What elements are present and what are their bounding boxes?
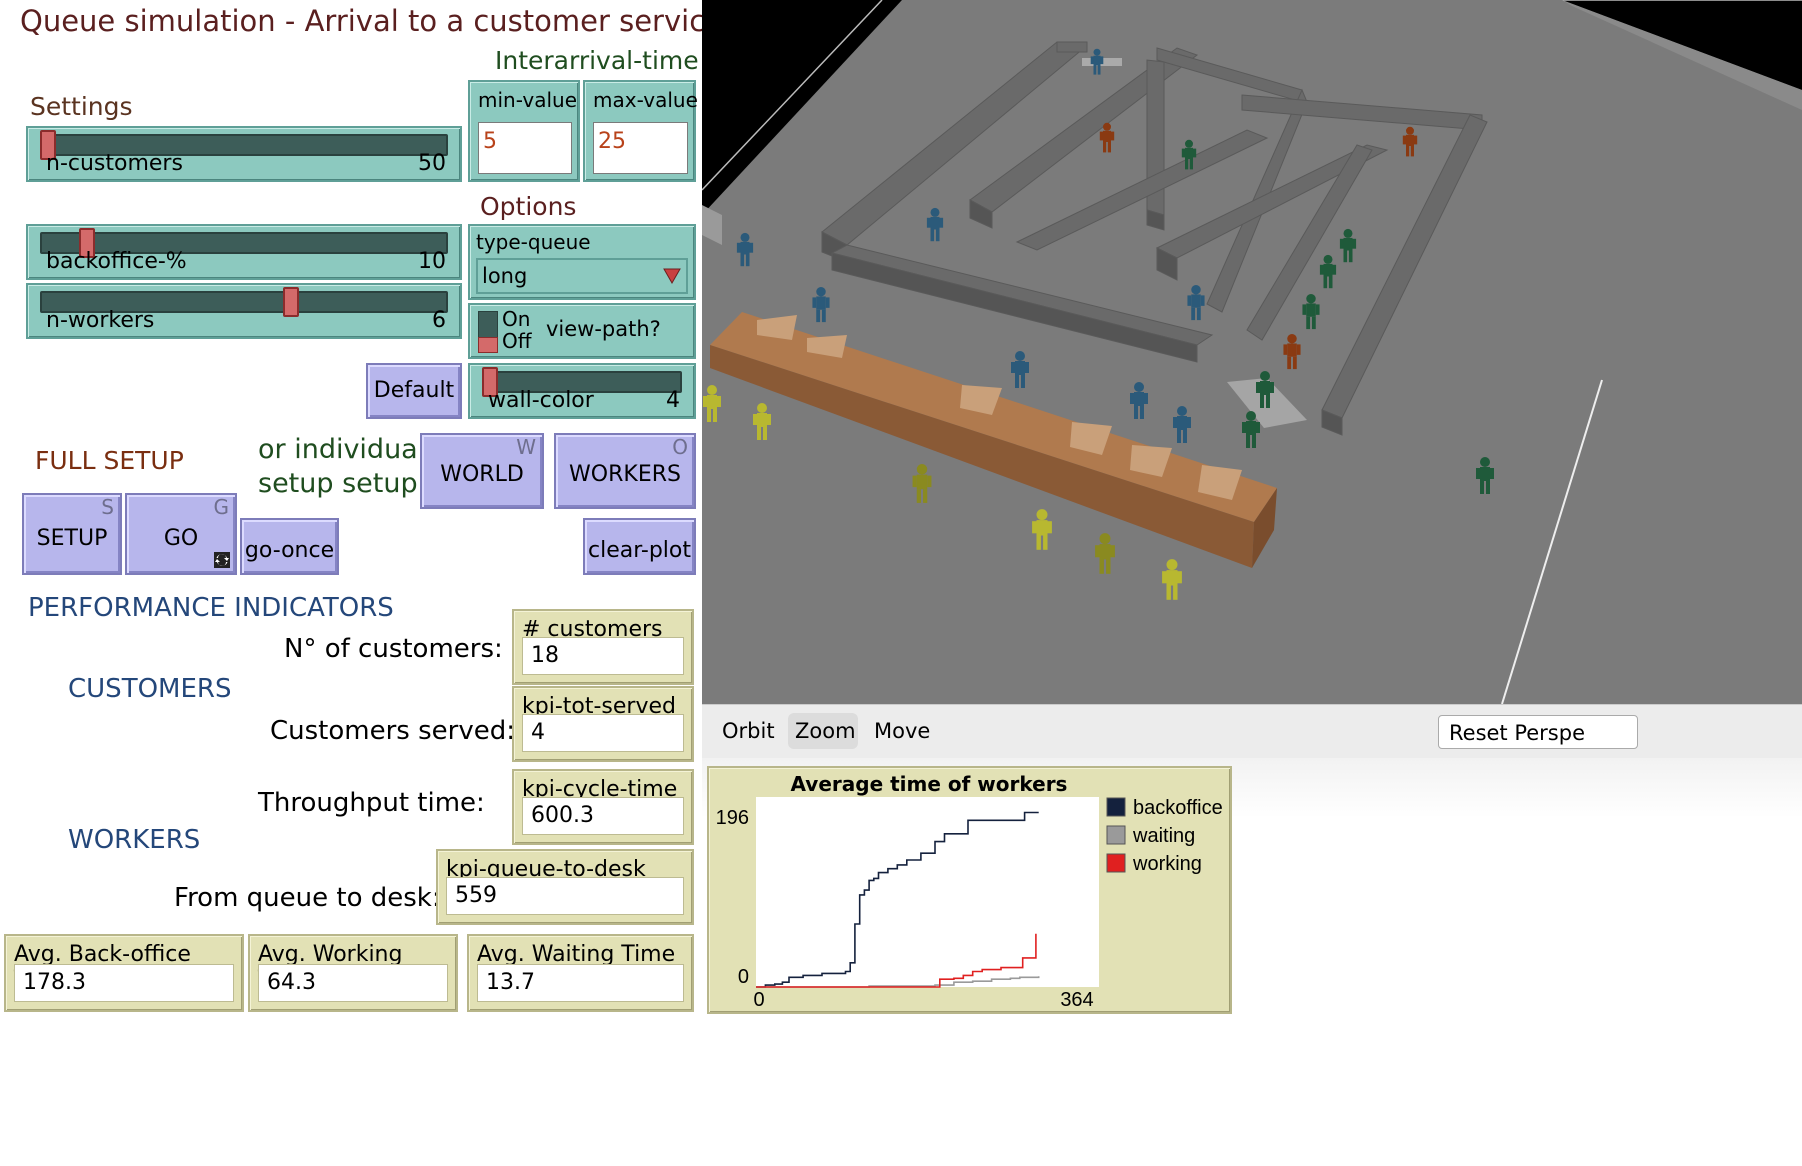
reset-perspective-label: Reset Perspe [1449,721,1585,745]
switch-handle[interactable] [478,337,498,353]
x-tick-label: 364 [1060,989,1093,1011]
legend-label: backoffice [1133,797,1223,819]
setup-hotkey: S [101,495,114,519]
max-value-input[interactable]: 25 [593,122,688,174]
workers-hotkey: O [672,435,688,459]
world-button-label: WORLD [440,462,524,487]
settings-heading: Settings [30,92,133,121]
world-hotkey: W [516,435,536,459]
monitor-value: 4 [522,714,684,752]
plot-area [756,797,1099,987]
go-once-button[interactable]: go-once [240,518,339,575]
queue-to-desk-monitor: kpi-queue-to-desk 559 [436,849,694,925]
dropdown-arrow-icon[interactable] [662,266,682,286]
default-button[interactable]: Default [366,363,462,419]
n-workers-slider[interactable]: n-workers 6 [26,283,462,339]
view-path-label: view-path? [546,317,661,341]
min-value-text: 5 [483,129,497,154]
view-path-switch[interactable]: On Off view-path? [468,303,696,359]
monitor-value: 64.3 [258,964,448,1002]
throughput-text: Throughput time: [258,788,485,818]
go-button[interactable]: GO G [125,493,237,575]
plot-widget: Average time of workers 196 0 0 364 back… [707,766,1232,1014]
type-queue-label: type-queue [476,230,591,254]
page-title: Queue simulation - Arrival to a customer… [20,4,723,38]
n-customers-slider[interactable]: n-customers 50 [26,126,462,182]
slider-label: backoffice-% [46,249,187,274]
move-tool[interactable]: Move [874,719,930,743]
full-setup-label: FULL SETUP [35,446,184,475]
min-value-input-widget: min-value 5 [468,80,580,182]
legend-label: working [1132,853,1202,875]
switch-on-label: On [502,307,531,331]
reset-perspective-button[interactable]: Reset Perspe [1438,715,1638,749]
legend-label: waiting [1132,825,1195,847]
n-customers-text: N° of customers: [284,634,503,664]
individual-setup-line1: or individual [258,434,426,465]
slider-value: 10 [418,249,446,274]
max-value-label: max-value [593,88,698,112]
orbit-tool[interactable]: Orbit [722,719,775,743]
monitor-value: 559 [446,877,684,915]
switch-track[interactable] [478,311,498,353]
workers-heading: WORKERS [68,825,201,855]
slider-value: 6 [432,308,446,333]
legend-swatch [1106,853,1126,873]
setup-button-label: SETUP [36,526,108,551]
go-hotkey: G [213,495,230,519]
slider-label: wall-color [488,388,594,413]
interarrival-heading: Interarrival-time [495,46,699,75]
y-tick-label: 196 [716,807,749,829]
working-time-monitor: Avg. Working Time 64.3 [248,934,458,1012]
slider-handle[interactable] [283,287,300,317]
slider-value: 50 [418,151,446,176]
monitor-value: 13.7 [477,964,684,1002]
slider-value: 4 [666,388,680,413]
zoom-tool-label: Zoom [795,719,856,743]
y-tick-label: 0 [738,966,749,988]
x-tick-label: 0 [753,989,764,1011]
wall-color-slider[interactable]: wall-color 4 [468,363,696,419]
go-button-label: GO [163,526,199,551]
type-queue-chooser[interactable]: type-queue long [468,224,696,300]
forever-loop-icon [214,552,230,568]
slider-label: n-workers [46,308,155,333]
workers-button-label: WORKERS [569,462,681,487]
waiting-time-monitor: Avg. Waiting Time 13.7 [467,934,694,1012]
legend-swatch [1106,797,1126,817]
legend-swatch [1106,825,1126,845]
max-value-text: 25 [598,129,626,154]
world-scene [702,0,1802,704]
customers-heading: CUSTOMERS [68,674,232,704]
plot-legend: backoffice waiting working [1106,797,1223,875]
customers-served-text: Customers served: [270,716,515,746]
queue-to-desk-text: From queue to desk: [174,883,441,913]
min-value-input[interactable]: 5 [478,122,572,174]
type-queue-value: long [482,264,528,288]
plot-svg: 196 0 0 364 backoffice waiting working [716,797,1223,1011]
monitor-value: 178.3 [14,964,234,1002]
served-monitor: kpi-tot-served 4 [512,686,694,762]
setup-button[interactable]: SETUP S [22,493,122,575]
backoffice-time-monitor: Avg. Back-office Time 178.3 [4,934,244,1012]
world-3d-view[interactable] [702,0,1802,704]
performance-heading: PERFORMANCE INDICATORS [28,593,394,623]
monitor-value: 18 [522,637,684,675]
clear-plot-button[interactable]: clear-plot [583,518,696,575]
switch-off-label: Off [502,329,532,353]
world-button[interactable]: WORLD W [420,433,544,509]
options-heading: Options [480,192,577,221]
workers-button[interactable]: WORKERS O [554,433,696,509]
slider-label: n-customers [46,151,183,176]
view-toolbar: Orbit Zoom Move Reset Perspe [702,704,1802,758]
max-value-input-widget: max-value 25 [583,80,698,182]
individual-setup-line2: setup setup [258,468,418,499]
zoom-tool[interactable]: Zoom [788,713,858,749]
backoffice-slider[interactable]: backoffice-% 10 [26,224,462,280]
cycle-time-monitor: kpi-cycle-time 600.3 [512,769,694,845]
type-queue-select[interactable]: long [476,258,688,294]
monitor-value: 600.3 [522,797,684,835]
customers-monitor: # customers 18 [512,609,694,685]
min-value-label: min-value [478,88,578,112]
